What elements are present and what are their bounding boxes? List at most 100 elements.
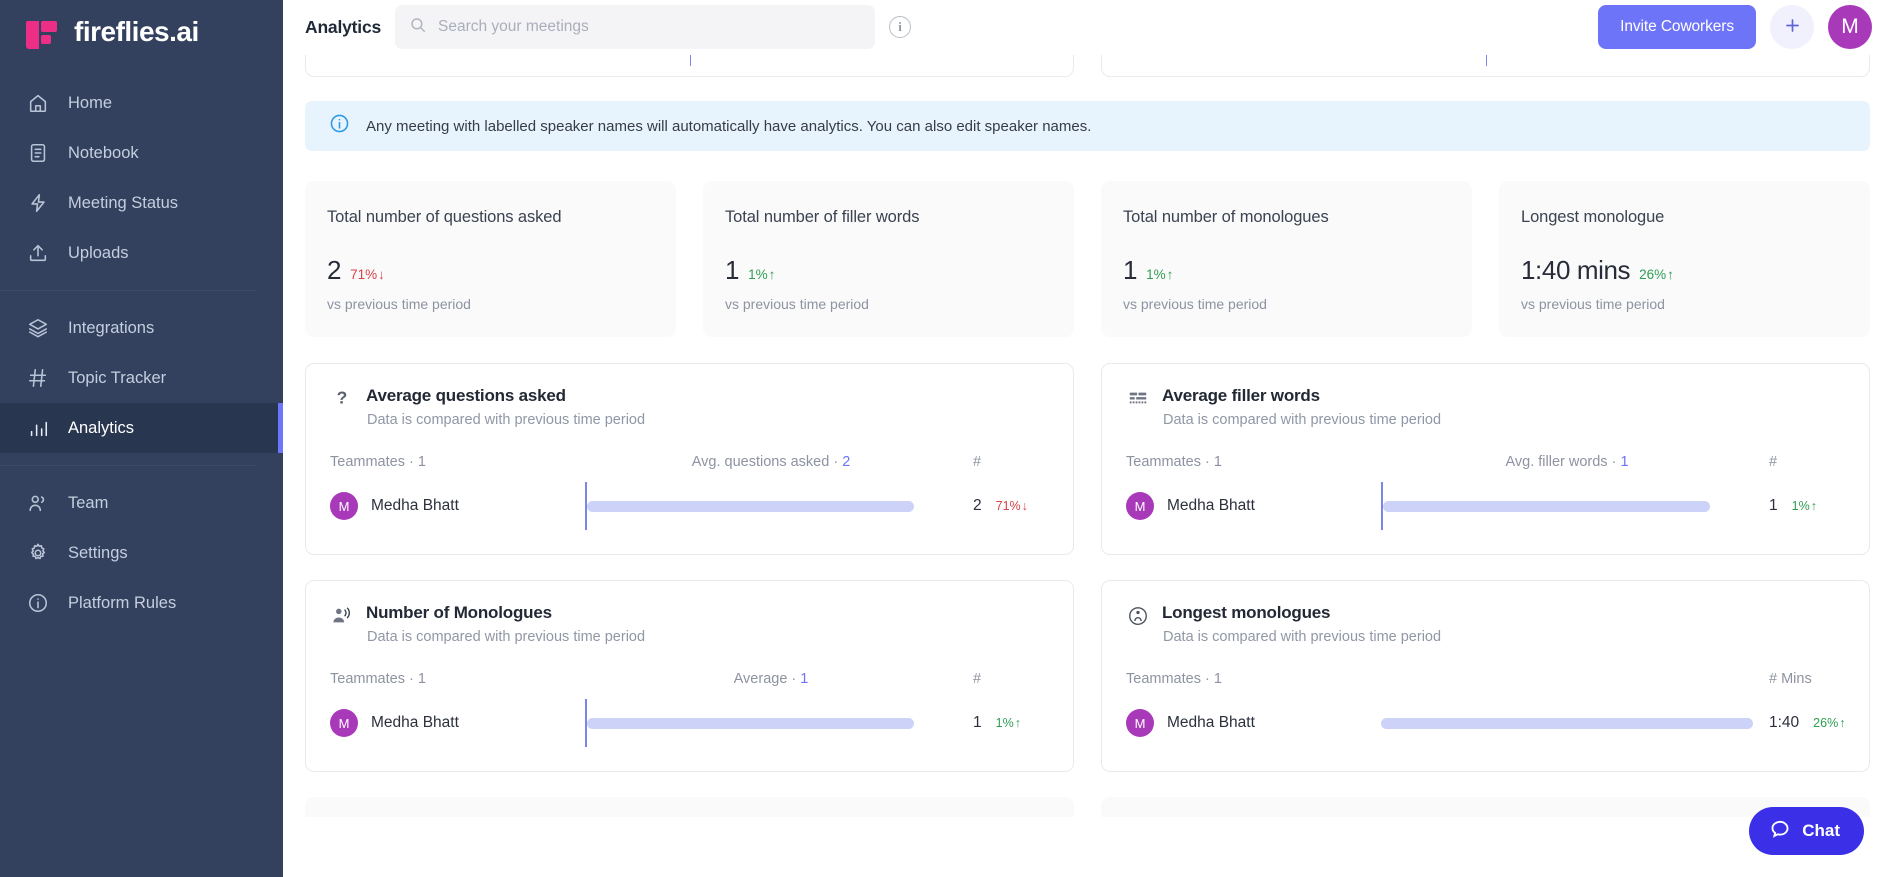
sidebar-item-uploads[interactable]: Uploads (0, 228, 283, 278)
panel-subtitle: Data is compared with previous time peri… (1163, 412, 1441, 428)
hash-icon (26, 366, 50, 390)
row-delta-value: 1% (996, 716, 1014, 730)
home-icon (26, 91, 50, 115)
col-metric-label: Average · (734, 671, 801, 687)
sidebar-item-label: Notebook (68, 144, 139, 163)
filler-words-icon (1126, 387, 1150, 411)
sidebar-item-team[interactable]: Team (0, 478, 283, 528)
sidebar-item-label: Topic Tracker (68, 369, 166, 388)
bar-fill (587, 718, 914, 729)
partial-cards-top (305, 55, 1870, 77)
panel-header: Average filler words Data is compared wi… (1126, 386, 1845, 428)
stat-delta-value: 26% (1639, 267, 1666, 282)
row-person[interactable]: M Medha Bhatt (1126, 709, 1381, 737)
row-bar-area (1381, 482, 1753, 530)
chat-bubble-icon (1769, 818, 1791, 845)
stat-value-row: 2 71%↓ (327, 255, 654, 286)
table-row: M Medha Bhatt 1 1%↑ (330, 699, 1049, 747)
stat-title: Total number of filler words (725, 208, 1052, 227)
partial-card (305, 797, 1074, 817)
panel-subtitle: Data is compared with previous time peri… (367, 412, 645, 428)
row-delta: 71%↓ (996, 499, 1028, 513)
stat-subtitle: vs previous time period (725, 296, 1052, 312)
avatar: M (330, 492, 358, 520)
stat-delta: 1%↑ (748, 267, 775, 282)
panel-subtitle: Data is compared with previous time peri… (1163, 629, 1441, 645)
row-person[interactable]: M Medha Bhatt (1126, 492, 1381, 520)
info-icon (26, 591, 50, 615)
row-bar-area (585, 482, 957, 530)
sidebar-item-topic-tracker[interactable]: Topic Tracker (0, 353, 283, 403)
panel-average-questions-asked: ? Average questions asked Data is compar… (305, 363, 1074, 555)
info-tooltip-icon[interactable]: i (889, 16, 911, 38)
table-row: M Medha Bhatt 1:40 26%↑ (1126, 699, 1845, 747)
col-header-metric: Avg. questions asked · 2 (585, 454, 957, 470)
layers-icon (26, 316, 50, 340)
search-input[interactable] (438, 18, 861, 36)
stat-value: 2 (327, 255, 341, 286)
brand-name: fireflies.ai (74, 16, 199, 48)
stat-title: Longest monologue (1521, 208, 1848, 227)
sidebar-item-platform-rules[interactable]: Platform Rules (0, 578, 283, 628)
panel-row-2: Number of Monologues Data is compared wi… (305, 580, 1870, 772)
sidebar-item-analytics[interactable]: Analytics (0, 403, 283, 453)
row-bar-area (1381, 699, 1753, 747)
row-number: 1:40 (1769, 714, 1799, 732)
search-box[interactable] (395, 5, 875, 49)
banner-text: Any meeting with labelled speaker names … (366, 118, 1091, 135)
row-delta-value: 26% (1813, 716, 1838, 730)
sidebar-item-label: Uploads (68, 244, 129, 263)
col-header-teammates: Teammates · 1 (1126, 671, 1381, 687)
col-header-metric: Avg. filler words · 1 (1381, 454, 1753, 470)
chat-button[interactable]: Chat (1749, 807, 1864, 855)
person-name: Medha Bhatt (1167, 714, 1255, 732)
brand-logo-block[interactable]: fireflies.ai (0, 0, 283, 64)
panel-row-1: ? Average questions asked Data is compar… (305, 363, 1870, 555)
panel-title: Average questions asked (366, 386, 645, 406)
summary-stats-row: Total number of questions asked 2 71%↓ v… (305, 181, 1870, 337)
person-name: Medha Bhatt (371, 714, 459, 732)
stat-delta-value: 71% (350, 267, 377, 282)
panel-average-filler-words: Average filler words Data is compared wi… (1101, 363, 1870, 555)
table-row: M Medha Bhatt 1 1%↑ (1126, 482, 1845, 530)
arrow-down-icon: ↓ (378, 267, 385, 282)
panel-titles: Average filler words Data is compared wi… (1162, 386, 1441, 428)
sidebar-item-settings[interactable]: Settings (0, 528, 283, 578)
panel-rows: M Medha Bhatt 1:40 26%↑ (1126, 699, 1845, 747)
partial-card (305, 55, 1074, 77)
stat-title: Total number of monologues (1123, 208, 1450, 227)
stat-subtitle: vs previous time period (327, 296, 654, 312)
col-metric-label: Avg. questions asked · (692, 454, 842, 470)
arrow-down-icon: ↓ (1022, 499, 1028, 513)
panel-titles: Number of Monologues Data is compared wi… (366, 603, 645, 645)
panel-header: ? Average questions asked Data is compar… (330, 386, 1049, 428)
sidebar-item-label: Team (68, 494, 108, 513)
sidebar-divider-2 (0, 465, 257, 466)
sidebar-item-home[interactable]: Home (0, 78, 283, 128)
invite-coworkers-button[interactable]: Invite Coworkers (1598, 5, 1756, 49)
row-person[interactable]: M Medha Bhatt (330, 492, 585, 520)
row-value: 1 1%↑ (1753, 497, 1845, 515)
stat-card-filler-words: Total number of filler words 1 1%↑ vs pr… (703, 181, 1074, 337)
panel-rows: M Medha Bhatt 1 1%↑ (1126, 482, 1845, 530)
sidebar-item-meeting-status[interactable]: Meeting Status (0, 178, 283, 228)
avatar[interactable]: M (1828, 5, 1872, 49)
row-bar-area (585, 699, 957, 747)
stat-delta: 71%↓ (350, 267, 385, 282)
row-person[interactable]: M Medha Bhatt (330, 709, 585, 737)
col-metric-value: 1 (800, 671, 808, 687)
add-button[interactable] (1770, 5, 1814, 49)
sidebar-item-notebook[interactable]: Notebook (0, 128, 283, 178)
sidebar-item-integrations[interactable]: Integrations (0, 303, 283, 353)
col-header-num: # (957, 671, 1049, 687)
panel-rows: M Medha Bhatt 2 71%↓ (330, 482, 1049, 530)
row-value: 2 71%↓ (957, 497, 1049, 515)
panel-column-headers: Teammates · 1 Avg. filler words · 1 # (1126, 454, 1845, 470)
col-metric-value: 1 (1620, 454, 1628, 470)
panel-titles: Average questions asked Data is compared… (366, 386, 645, 428)
bar-chart-icon (26, 416, 50, 440)
speaker-person-icon (330, 604, 354, 628)
topbar-actions: Invite Coworkers M (1598, 5, 1872, 49)
col-header-teammates: Teammates · 1 (1126, 454, 1381, 470)
panel-title: Number of Monologues (366, 603, 645, 623)
